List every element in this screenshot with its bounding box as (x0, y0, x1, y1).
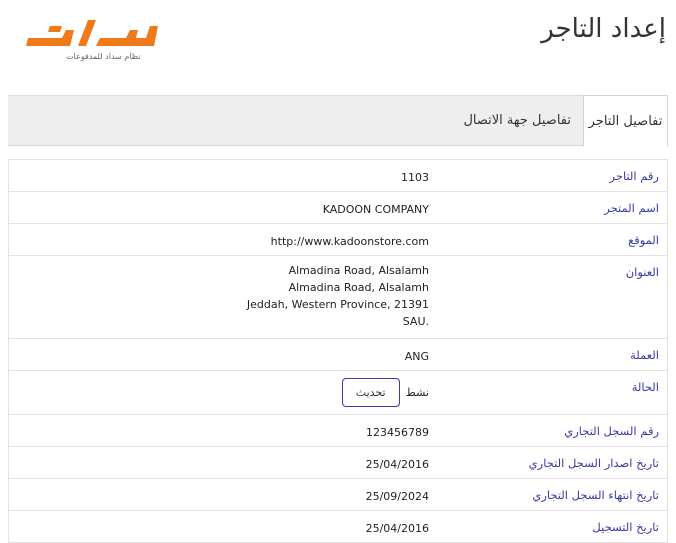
tab-bar: تفاصيل التاجر تفاصيل جهة الاتصال (8, 95, 668, 147)
merchant-details-table: رقم التاجر 1103 اسم المتجر KADOON COMPAN… (8, 159, 668, 543)
store-name-value: KADOON COMPANY (322, 203, 429, 216)
website-label: الموقع (628, 233, 659, 247)
detail-row-cr-issue-date: تاريخ اصدار السجل التجاري 25/04/2016 (9, 447, 667, 479)
detail-row-merchant-id: رقم التاجر 1103 (9, 160, 667, 192)
sadad-logo: نظام سداد للمدفوعات (22, 12, 162, 66)
status-value: نشط (405, 386, 429, 399)
store-name-label: اسم المتجر (604, 201, 659, 215)
currency-value: ANG (404, 350, 429, 363)
cr-expiry-date-value: 25/09/2024 (365, 490, 429, 503)
cr-number-label: رقم السجل التجاري (564, 424, 659, 438)
update-status-button[interactable]: تحديث (341, 378, 400, 407)
detail-row-website: الموقع http://www.kadoonstore.com (9, 224, 667, 256)
address-line-1: Almadina Road, Alsalamh (288, 264, 429, 277)
sadad-logo-mark (26, 20, 158, 46)
detail-row-cr-number: رقم السجل التجاري 123456789 (9, 415, 667, 447)
cr-expiry-date-label: تاريخ انتهاء السجل التجاري (532, 488, 659, 502)
cr-number-value: 123456789 (366, 426, 429, 439)
detail-row-store-name: اسم المتجر KADOON COMPANY (9, 192, 667, 224)
registration-date-label: تاريخ التسجيل (592, 520, 659, 534)
detail-row-currency: العملة ANG (9, 339, 667, 371)
detail-row-address: العنوان Almadina Road, Alsalamh Almadina… (9, 256, 667, 339)
merchant-id-label: رقم التاجر (609, 169, 660, 183)
status-label: الحالة (631, 380, 659, 394)
detail-row-status: الحالة نشط تحديث (9, 371, 667, 415)
logo-subtitle: نظام سداد للمدفوعات (66, 52, 141, 61)
page-title: إعداد التاجر (541, 14, 666, 44)
cr-issue-date-value: 25/04/2016 (365, 458, 429, 471)
tab-contact-details[interactable]: تفاصيل جهة الاتصال (463, 95, 571, 146)
address-line-4: SAU. (402, 315, 429, 328)
merchant-id-value: 1103 (401, 171, 429, 184)
address-line-2: Almadina Road, Alsalamh (288, 281, 429, 294)
address-label: العنوان (625, 265, 659, 279)
website-value: http://www.kadoonstore.com (270, 235, 429, 248)
detail-row-cr-expiry-date: تاريخ انتهاء السجل التجاري 25/09/2024 (9, 479, 667, 511)
status-group: نشط تحديث (341, 378, 429, 407)
address-line-3: Jeddah, Western Province, 21391 (246, 298, 429, 311)
cr-issue-date-label: تاريخ اصدار السجل التجاري (528, 456, 659, 470)
detail-row-registration-date: تاريخ التسجيل 25/04/2016 (9, 511, 667, 543)
currency-label: العملة (630, 348, 659, 362)
registration-date-value: 25/04/2016 (365, 522, 429, 535)
address-value: Almadina Road, Alsalamh Almadina Road, A… (247, 262, 429, 330)
tab-merchant-details[interactable]: تفاصيل التاجر (583, 95, 668, 147)
